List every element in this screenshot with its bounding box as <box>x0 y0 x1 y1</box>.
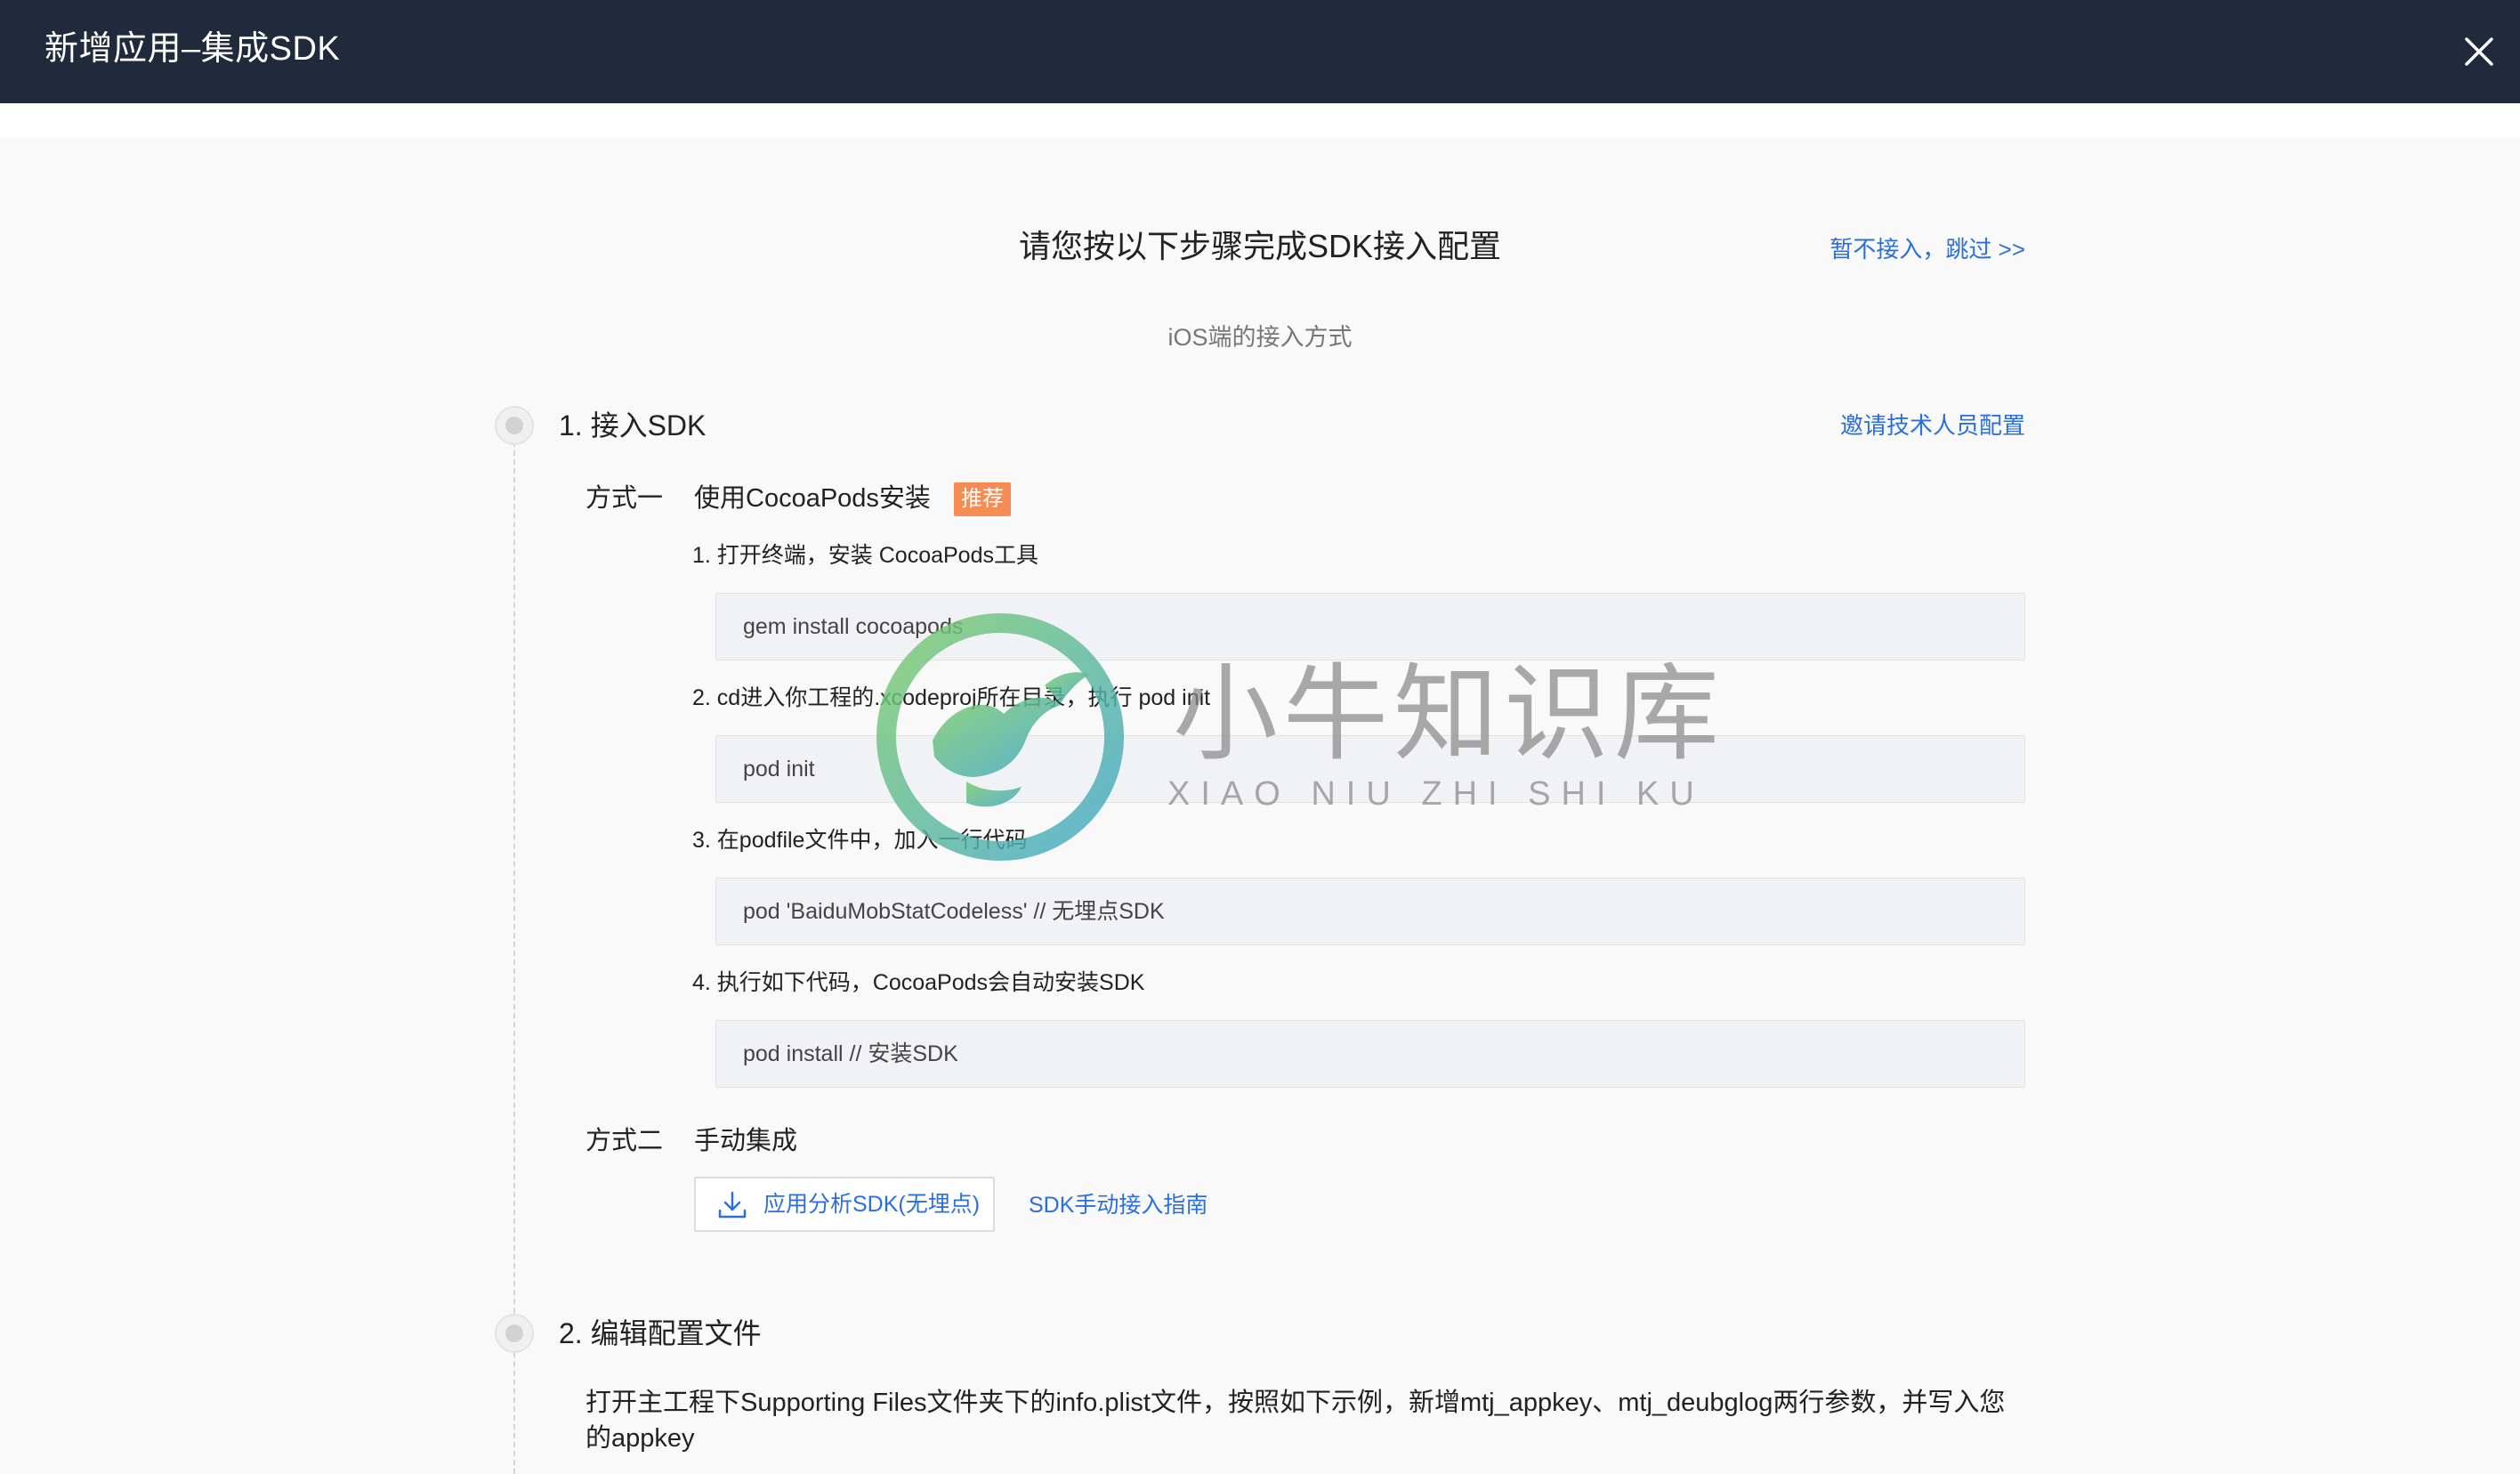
manual-guide-link[interactable]: SDK手动接入指南 <box>1029 1189 1208 1221</box>
download-icon <box>718 1191 747 1219</box>
instruction-step: 4. 执行如下代码，CocoaPods会自动安装SDK <box>692 970 1145 995</box>
modal-header: 新增应用–集成SDK <box>0 0 2520 103</box>
recommended-badge: 推荐 <box>954 482 1011 516</box>
skip-link[interactable]: 暂不接入，跳过 >> <box>1829 233 2025 265</box>
platform-subtitle: iOS端的接入方式 <box>1167 324 1353 351</box>
bull-logo-icon <box>876 613 1124 861</box>
download-sdk-label: 应用分析SDK(无埋点) <box>763 1192 981 1217</box>
close-button[interactable] <box>2456 28 2502 75</box>
method-2-name: 手动集成 <box>694 1127 798 1155</box>
step-2-description: 打开主工程下Supporting Files文件夹下的info.plist文件，… <box>586 1389 2006 1453</box>
close-icon <box>2465 37 2493 66</box>
page-title: 请您按以下步骤完成SDK接入配置 <box>1018 228 1502 264</box>
download-sdk-button[interactable]: 应用分析SDK(无埋点) <box>694 1177 995 1232</box>
method-1-name: 使用CocoaPods安装 <box>694 484 931 513</box>
step-dot-icon <box>495 1314 534 1353</box>
step-1-title: 1. 接入SDK <box>559 409 707 441</box>
step-dot-icon <box>495 406 534 445</box>
code-block[interactable]: pod 'BaiduMobStatCodeless' // 无埋点SDK <box>715 878 2025 945</box>
modal-title: 新增应用–集成SDK <box>44 30 341 68</box>
invite-tech-staff-link[interactable]: 邀请技术人员配置 <box>1840 409 2025 441</box>
instruction-step: 1. 打开终端，安装 CocoaPods工具 <box>692 543 1038 568</box>
code-block[interactable]: pod install // 安装SDK <box>715 1020 2025 1088</box>
method-2-label: 方式二 <box>586 1127 664 1155</box>
step-2-title: 2. 编辑配置文件 <box>559 1317 762 1349</box>
watermark-subtext: XIAO NIU ZHI SHI KU <box>1167 775 1705 813</box>
method-1-label: 方式一 <box>586 484 664 513</box>
watermark-text: 小牛知识库 <box>1173 656 1725 773</box>
